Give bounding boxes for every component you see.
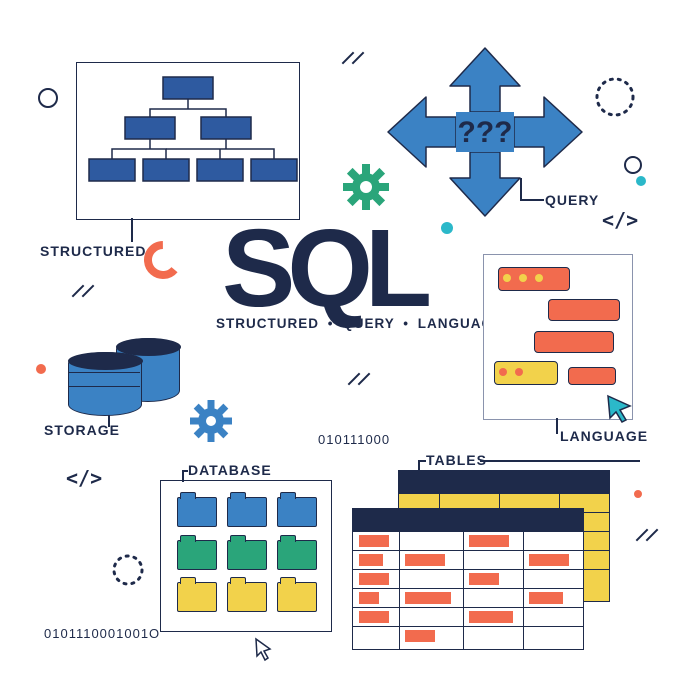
dotted-circle-decor <box>590 72 640 122</box>
label-database: DATABASE <box>188 462 272 478</box>
cursor-outline-icon <box>252 636 274 662</box>
code-glyph: </> <box>602 208 638 232</box>
folder-icon <box>277 497 317 527</box>
dot-accent <box>441 222 453 234</box>
dot-decor <box>634 490 642 498</box>
dot-decor <box>636 176 646 186</box>
bubble-3 <box>534 331 614 353</box>
lead-tables-r <box>480 460 640 462</box>
title-sql: SQL <box>222 205 424 332</box>
circle-decor <box>624 156 642 174</box>
slash-decor <box>346 378 376 396</box>
query-marks: ??? <box>458 116 513 149</box>
folder-icon <box>227 582 267 612</box>
folder-icon <box>277 540 317 570</box>
lead-structured-line <box>131 218 133 242</box>
panel-database <box>160 480 332 632</box>
arc-decor <box>139 236 187 284</box>
bubble-4 <box>494 361 558 385</box>
lead-storage <box>108 415 110 427</box>
lead-tables-v <box>418 460 420 472</box>
slash-decor <box>340 57 370 75</box>
bubble-1 <box>498 267 570 291</box>
bubble-5 <box>568 367 616 385</box>
folder-icon <box>177 497 217 527</box>
lead-database-h <box>182 470 188 472</box>
gear-icon <box>341 162 391 212</box>
folder-icon <box>227 540 267 570</box>
table-front <box>352 508 584 650</box>
label-query: QUERY <box>545 192 599 208</box>
gear-icon <box>188 398 234 444</box>
subtitle: STRUCTURED • QUERY • LANGUAGE <box>216 316 503 331</box>
label-structured: STRUCTURED <box>40 243 146 259</box>
folder-icon <box>177 540 217 570</box>
code-glyph: </> <box>66 466 102 490</box>
slash-decor <box>634 534 664 552</box>
slash-decor <box>70 290 100 308</box>
lead-tables-h <box>418 460 426 462</box>
label-tables: TABLES <box>426 452 487 468</box>
panel-structured <box>76 62 300 220</box>
circle-decor <box>38 88 58 108</box>
lead-query-v <box>520 178 522 200</box>
folder-icon <box>177 582 217 612</box>
binary-text: 0101110001001O <box>44 626 160 641</box>
bubble-2 <box>548 299 620 321</box>
lead-language <box>556 418 558 434</box>
lead-database-v <box>182 470 184 482</box>
lead-query-h <box>520 199 544 201</box>
dotted-circle-decor <box>108 550 148 590</box>
folder-icon <box>277 582 317 612</box>
storage-group <box>68 334 188 414</box>
cursor-icon <box>604 392 636 424</box>
tree-diagram <box>77 63 299 219</box>
dot-decor <box>36 364 46 374</box>
binary-text: 010111000 <box>318 432 390 447</box>
label-language: LANGUAGE <box>560 428 648 444</box>
folder-icon <box>227 497 267 527</box>
